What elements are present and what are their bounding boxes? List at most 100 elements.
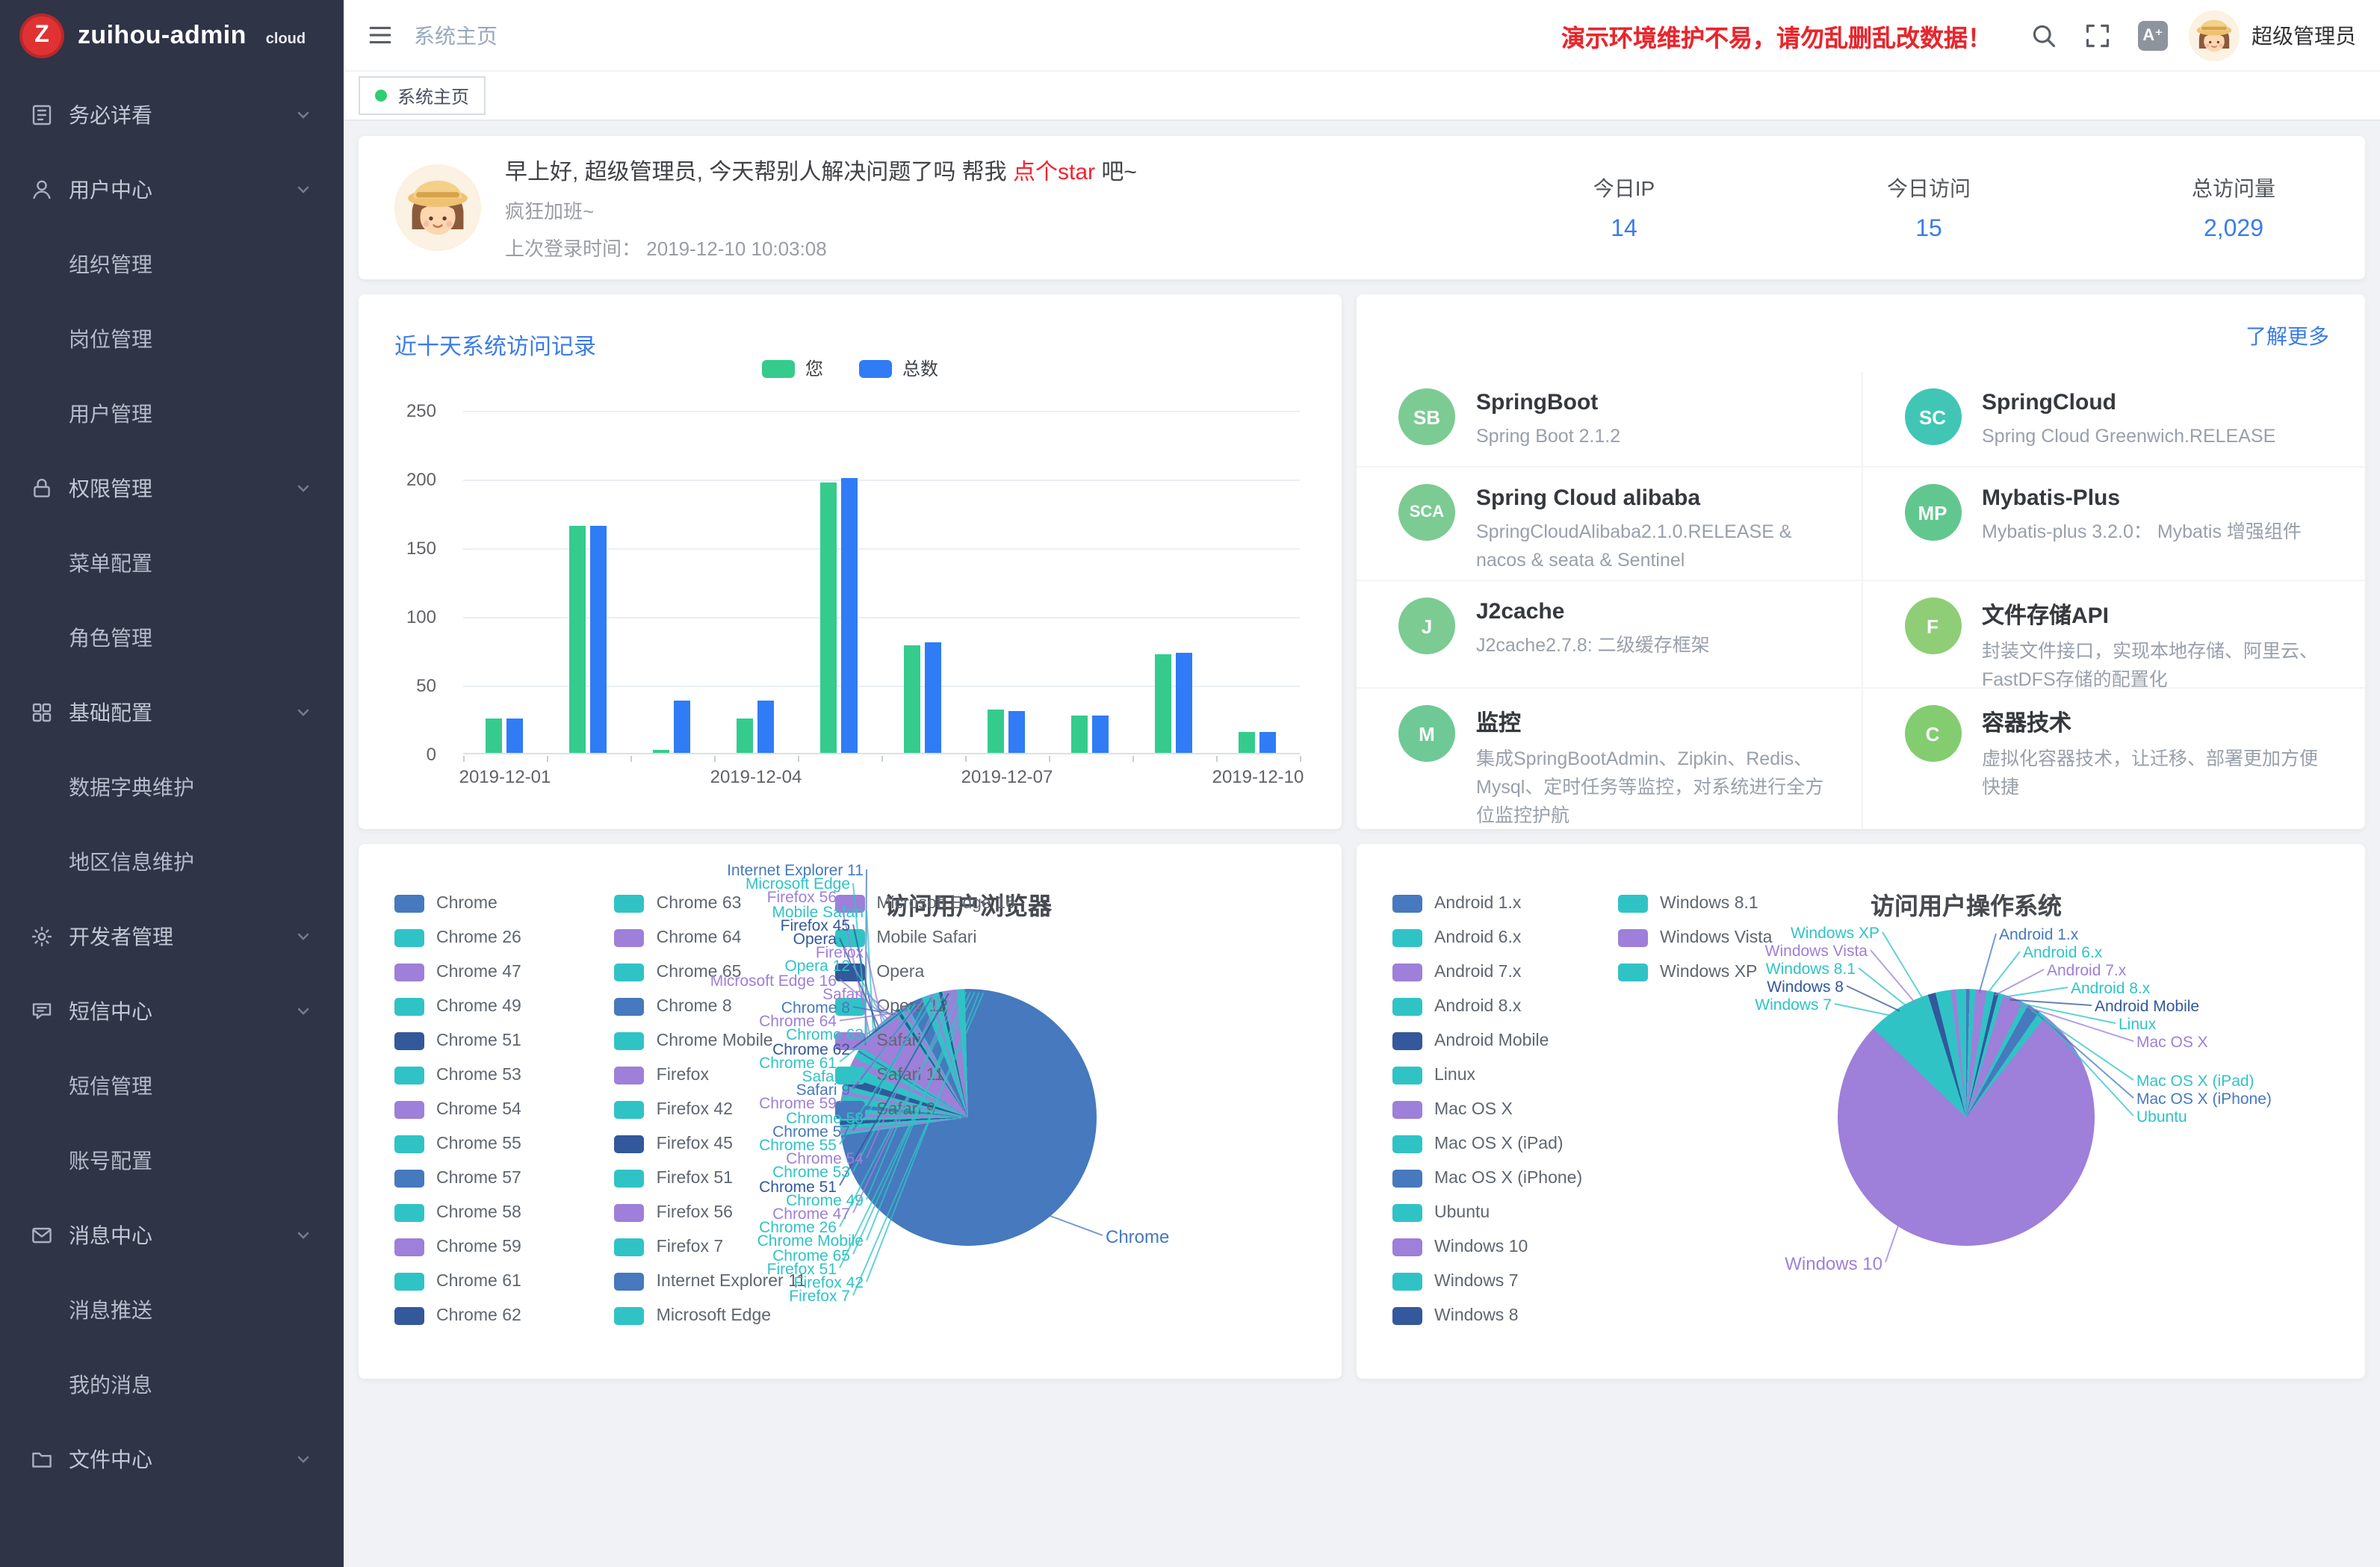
os-legend-item[interactable]: Android 1.x <box>1392 886 1603 920</box>
sidebar-subitem[interactable]: 菜单配置 <box>0 526 344 601</box>
bar-您-2019-12-03[interactable] <box>653 750 669 753</box>
search-icon[interactable] <box>2030 22 2057 49</box>
os-legend-item[interactable]: Mac OS X (iPad) <box>1392 1126 1603 1161</box>
feature-text: SpringCloudSpring Cloud Greenwich.RELEAS… <box>1982 388 2275 451</box>
breadcrumb[interactable]: 系统主页 <box>414 20 498 50</box>
os-legend-item[interactable]: Android 8.x <box>1392 989 1603 1023</box>
browser-legend-item[interactable]: Chrome 51 <box>394 1023 600 1058</box>
os-legend-item[interactable]: Android Mobile <box>1392 1023 1603 1058</box>
os-legend-item[interactable]: Linux <box>1392 1058 1603 1092</box>
os-legend-item[interactable]: Android 7.x <box>1392 955 1603 989</box>
sidebar-item[interactable]: 开发者管理 <box>0 899 344 974</box>
feature-item[interactable]: F文件存储API封装文件接口，实现本地存储、阿里云、FastDFS存储的配置化 <box>1861 580 2365 687</box>
feature-item[interactable]: MPMybatis-PlusMybatis-plus 3.2.0： Mybati… <box>1861 466 2365 580</box>
os-legend-item[interactable]: Windows 8.1 <box>1618 886 1829 920</box>
feature-item[interactable]: C容器技术虚拟化容器技术，让迁移、部署更加方便快捷 <box>1861 687 2365 829</box>
visit-bar-plot[interactable]: 2019-12-012019-12-042019-12-072019-12-10 <box>463 411 1300 754</box>
sidebar-item[interactable]: 基础配置 <box>0 675 344 750</box>
sidebar-subitem[interactable]: 短信管理 <box>0 1049 344 1123</box>
browser-legend-item[interactable]: Safari 11 <box>834 1058 1040 1092</box>
browser-legend-item[interactable]: Chrome 62 <box>394 1298 600 1332</box>
fullscreen-icon[interactable] <box>2084 22 2111 49</box>
browser-legend-item[interactable]: Chrome 57 <box>394 1161 600 1195</box>
legend-item[interactable]: 您 <box>762 356 823 381</box>
browser-legend-item[interactable]: Chrome 54 <box>394 1092 600 1126</box>
sidebar-item[interactable]: 文件中心 <box>0 1422 344 1497</box>
bar-总数-2019-12-04[interactable] <box>757 701 774 753</box>
star-link[interactable]: 点个star <box>1013 159 1095 184</box>
bar-总数-2019-12-08[interactable] <box>1092 716 1109 753</box>
os-legend-item[interactable]: Ubuntu <box>1392 1195 1603 1229</box>
pie-callout-label: Microsoft Edge 16 <box>710 972 837 990</box>
sidebar-subitem[interactable]: 地区信息维护 <box>0 825 344 899</box>
bar-您-2019-12-08[interactable] <box>1071 716 1088 753</box>
os-legend-item[interactable]: Windows 7 <box>1392 1264 1603 1298</box>
bar-总数-2019-12-05[interactable] <box>841 478 858 753</box>
sidebar-subitem[interactable]: 岗位管理 <box>0 302 344 376</box>
sidebar-subitem[interactable]: 数据字典维护 <box>0 750 344 825</box>
bar-总数-2019-12-03[interactable] <box>674 701 690 753</box>
browser-legend-item[interactable]: Chrome 61 <box>394 1264 600 1298</box>
font-size-icon[interactable]: A⁺ <box>2138 20 2168 50</box>
browser-legend-item[interactable]: Microsoft Edge 16 <box>834 886 1040 920</box>
bar-您-2019-12-06[interactable] <box>904 646 920 754</box>
browser-legend-item[interactable]: Mobile Safari <box>834 920 1040 955</box>
os-legend-item[interactable]: Mac OS X (iPhone) <box>1392 1161 1603 1195</box>
tab-系统主页[interactable]: 系统主页 <box>359 76 486 115</box>
feature-item[interactable]: SBSpringBootSpring Boot 2.1.2 <box>1357 372 1861 466</box>
bar-您-2019-12-01[interactable] <box>486 719 502 753</box>
os-legend-item[interactable]: Mac OS X <box>1392 1092 1603 1126</box>
bar-您-2019-12-09[interactable] <box>1155 654 1171 753</box>
os-legend-item[interactable]: Android 6.x <box>1392 920 1603 955</box>
bar-您-2019-12-05[interactable] <box>820 482 837 753</box>
feature-item[interactable]: SCASpring Cloud alibabaSpringCloudAlibab… <box>1357 466 1861 580</box>
bar-您-2019-12-07[interactable] <box>988 709 1004 753</box>
feature-item[interactable]: SCSpringCloudSpring Cloud Greenwich.RELE… <box>1861 372 2365 466</box>
os-legend-item[interactable]: Windows 8 <box>1392 1298 1603 1332</box>
bar-总数-2019-12-07[interactable] <box>1008 712 1025 753</box>
feature-item[interactable]: JJ2cacheJ2cache2.7.8: 二级缓存框架 <box>1357 580 1861 687</box>
browser-legend-item[interactable]: Chrome 53 <box>394 1058 600 1092</box>
browser-legend-item[interactable]: Chrome 58 <box>394 1195 600 1229</box>
sidebar-item[interactable]: 权限管理 <box>0 451 344 526</box>
env-warning-text: 演示环境维护不易，请勿乱删乱改数据！ <box>1561 17 1992 53</box>
sidebar-item[interactable]: 短信中心 <box>0 974 344 1049</box>
browser-legend-item[interactable]: Opera 12 <box>834 989 1040 1023</box>
user-avatar[interactable] <box>2189 10 2240 60</box>
bar-总数-2019-12-02[interactable] <box>590 526 607 753</box>
browser-legend-item[interactable]: Opera <box>834 955 1040 989</box>
browser-legend-item[interactable]: Chrome 59 <box>394 1229 600 1264</box>
bar-您-2019-12-04[interactable] <box>737 719 753 753</box>
sidebar-subitem[interactable]: 我的消息 <box>0 1347 344 1422</box>
user-menu[interactable]: 超级管理员 <box>2189 10 2380 60</box>
app-logo[interactable]: Z zuihou-admin cloud <box>0 0 344 72</box>
browser-legend-item[interactable]: Chrome 55 <box>394 1126 600 1161</box>
sidebar-subitem[interactable]: 组织管理 <box>0 227 344 302</box>
bar-总数-2019-12-10[interactable] <box>1259 732 1276 753</box>
os-pie-chart[interactable] <box>1838 989 2095 1246</box>
grid-icon <box>30 701 54 724</box>
bar-总数-2019-12-01[interactable] <box>506 719 523 753</box>
sidebar-subitem[interactable]: 消息推送 <box>0 1273 344 1347</box>
menu-collapse-icon[interactable] <box>344 22 414 48</box>
sidebar-item[interactable]: 务必详看 <box>0 78 344 152</box>
browser-legend-item[interactable]: Chrome 47 <box>394 955 600 989</box>
browser-legend-item[interactable]: Safari <box>834 1023 1040 1058</box>
learn-more-link[interactable]: 了解更多 <box>2246 321 2329 351</box>
bar-您-2019-12-02[interactable] <box>569 526 586 753</box>
os-legend-item[interactable]: Windows 10 <box>1392 1229 1603 1264</box>
browser-legend-item[interactable]: Chrome 49 <box>394 989 600 1023</box>
legend-item[interactable]: 总数 <box>859 356 938 381</box>
bar-您-2019-12-10[interactable] <box>1239 732 1255 753</box>
sidebar-item[interactable]: 消息中心 <box>0 1198 344 1273</box>
bar-总数-2019-12-06[interactable] <box>925 643 941 753</box>
sidebar-subitem[interactable]: 账号配置 <box>0 1123 344 1198</box>
sidebar-subitem[interactable]: 用户管理 <box>0 376 344 451</box>
sidebar-subitem[interactable]: 角色管理 <box>0 601 344 675</box>
sidebar-item[interactable]: 用户中心 <box>0 152 344 227</box>
browser-legend-item[interactable]: Chrome <box>394 886 600 920</box>
bar-总数-2019-12-09[interactable] <box>1176 653 1192 753</box>
browser-legend-item[interactable]: Chrome 26 <box>394 920 600 955</box>
feature-item[interactable]: M监控集成SpringBootAdmin、Zipkin、Redis、Mysql、… <box>1357 687 1861 829</box>
browser-legend-item[interactable]: Safari 9 <box>834 1092 1040 1126</box>
